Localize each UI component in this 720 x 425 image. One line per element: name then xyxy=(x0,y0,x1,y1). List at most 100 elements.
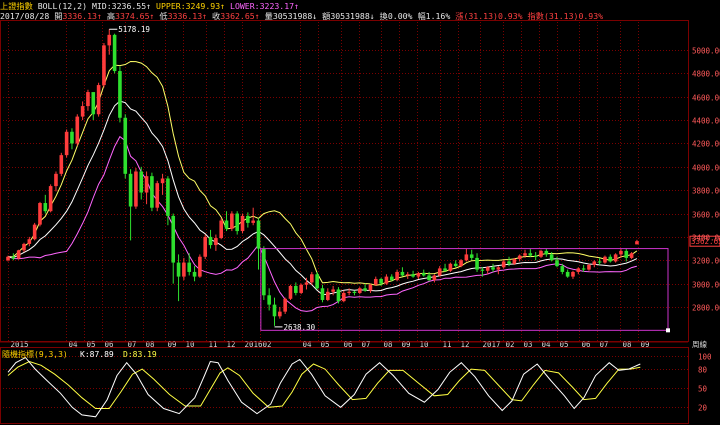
candle-body xyxy=(75,116,80,144)
range-selection-handle xyxy=(666,328,670,333)
candle-body xyxy=(304,282,309,285)
candle-body xyxy=(416,273,421,277)
candlestick xyxy=(597,257,602,265)
candlestick xyxy=(469,249,474,261)
candle-body xyxy=(512,259,517,264)
candlestick xyxy=(59,152,64,177)
candlestick xyxy=(96,82,101,117)
candle-body xyxy=(134,171,138,207)
candlestick xyxy=(54,171,58,192)
price-tick-label: 4600.00 xyxy=(692,94,720,103)
candle-body xyxy=(224,220,229,229)
candlestick xyxy=(299,283,303,295)
candlestick xyxy=(320,284,325,303)
candle-body xyxy=(91,92,96,115)
price-tick-label: 4800.00 xyxy=(692,70,720,79)
candlestick xyxy=(341,290,346,303)
candle-body xyxy=(16,250,21,259)
candle-body xyxy=(251,220,255,223)
candle-body xyxy=(341,292,346,302)
candlestick xyxy=(22,242,26,253)
candle-body xyxy=(544,250,549,255)
candle-body xyxy=(587,264,591,270)
candle-body xyxy=(59,155,64,174)
candle-body xyxy=(214,238,218,246)
stoch-k-value: K:87.89 xyxy=(80,350,114,359)
candlestick xyxy=(352,290,357,296)
candlestick xyxy=(134,167,138,209)
candle-body xyxy=(624,250,629,258)
candle-body xyxy=(357,288,362,293)
candlestick xyxy=(448,262,453,272)
candlestick xyxy=(571,270,575,279)
candle-body xyxy=(208,236,213,246)
candle-body xyxy=(278,311,282,317)
candlestick xyxy=(539,249,543,258)
candle-body xyxy=(448,263,453,271)
candle-body xyxy=(288,285,293,299)
candle-body xyxy=(198,256,202,277)
candle-body xyxy=(64,131,69,156)
chart-canvas[interactable]: 5178.192638.303362.65 2800.003000.003200… xyxy=(0,0,720,425)
candlestick xyxy=(464,248,469,262)
candlestick xyxy=(384,274,389,285)
candle-body xyxy=(80,106,85,117)
candle-body xyxy=(283,298,287,312)
candlestick xyxy=(491,263,495,272)
candlestick xyxy=(400,267,405,277)
stoch-tick-label: 50 xyxy=(698,385,708,394)
candlestick xyxy=(421,269,426,277)
candlestick xyxy=(230,211,234,232)
time-axis-unit: 周線 xyxy=(692,339,707,349)
candle-body xyxy=(501,261,506,268)
candle-body xyxy=(240,215,245,232)
candle-body xyxy=(619,250,623,255)
candle-body xyxy=(629,253,634,258)
price-tick-label: 2800.00 xyxy=(692,304,720,313)
candle-body xyxy=(144,176,149,193)
candlestick xyxy=(459,259,463,268)
candlestick xyxy=(544,248,549,257)
candle-body xyxy=(480,269,485,271)
candle-body xyxy=(421,273,426,276)
candlestick xyxy=(86,89,90,111)
candle-body xyxy=(262,248,266,296)
candle-body xyxy=(166,178,170,216)
candlestick xyxy=(102,43,106,88)
candlestick xyxy=(80,101,85,121)
candle-body xyxy=(139,171,144,193)
candle-body xyxy=(123,117,128,174)
candle-body xyxy=(27,239,32,244)
candlestick xyxy=(565,269,570,278)
candlestick xyxy=(16,249,21,260)
candle-body xyxy=(533,255,538,257)
candlestick xyxy=(155,180,160,212)
candlestick xyxy=(272,297,277,326)
candle-body xyxy=(86,92,90,107)
candle-body xyxy=(581,268,586,270)
candle-body xyxy=(395,271,399,281)
candle-body xyxy=(635,241,639,245)
candlestick xyxy=(198,254,202,278)
candle-body xyxy=(565,271,570,277)
price-tick-label: 3000.00 xyxy=(692,281,720,290)
candlestick xyxy=(373,276,378,286)
candlestick xyxy=(27,236,32,247)
candle-body xyxy=(294,285,298,293)
candle-body xyxy=(6,256,10,261)
candlestick xyxy=(144,171,149,205)
candlestick xyxy=(437,266,442,277)
candlestick xyxy=(629,252,634,260)
price-tick-label: 4000.00 xyxy=(692,164,720,173)
candle-body xyxy=(464,254,469,261)
candlestick xyxy=(613,253,618,263)
candle-body xyxy=(453,263,458,267)
candlestick xyxy=(48,184,53,213)
candle-body xyxy=(187,262,192,272)
candle-body xyxy=(496,267,501,270)
candlestick xyxy=(278,306,282,319)
candle-body xyxy=(219,220,223,239)
candle-body xyxy=(22,243,26,251)
candlestick xyxy=(38,201,42,227)
candle-body xyxy=(363,288,367,291)
